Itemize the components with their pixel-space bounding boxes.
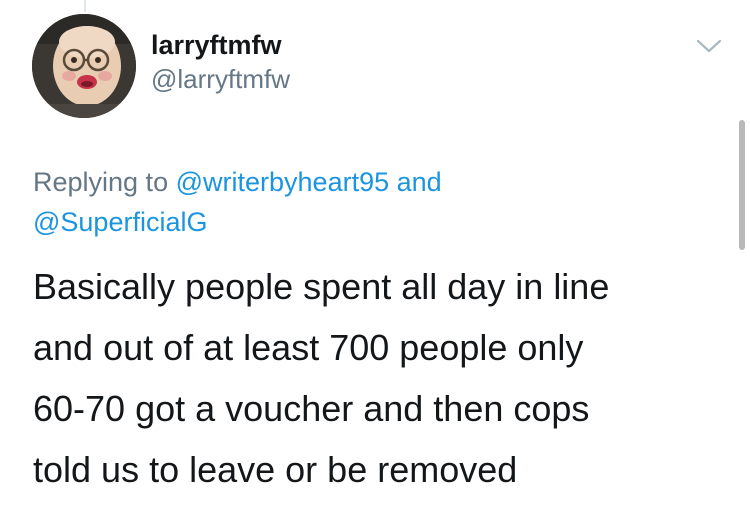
doll-face-avatar-icon <box>32 14 136 118</box>
scrollbar[interactable] <box>739 120 745 250</box>
tweet-text-line: 60-70 got a voucher and then cops <box>33 388 590 429</box>
tweet-text-line: Basically people spent all day in line <box>33 266 610 307</box>
chevron-down-icon[interactable] <box>696 36 722 56</box>
reply-conjunction: and <box>396 167 442 197</box>
tweet-text: Basically people spent all day in line a… <box>33 256 733 500</box>
tweet-text-line: told us to leave or be removed <box>33 449 518 490</box>
thread-connector-line <box>84 0 86 12</box>
author-handle[interactable]: @larryftmfw <box>151 62 290 96</box>
tweet-card: larryftmfw @larryftmfw Replying to @writ… <box>0 0 750 521</box>
tweet-text-line: and out of at least 700 people only <box>33 327 584 368</box>
replying-to-label: Replying to <box>33 167 169 197</box>
author-display-name[interactable]: larryftmfw <box>151 28 290 62</box>
avatar[interactable] <box>32 14 136 118</box>
author-block[interactable]: larryftmfw @larryftmfw <box>151 28 290 96</box>
replying-to-line: Replying to @writerbyheart95 and @Superf… <box>33 162 693 242</box>
mention-link-writerbyheart95[interactable]: @writerbyheart95 <box>176 167 390 197</box>
mention-link-superficialg[interactable]: @SuperficialG <box>33 207 207 237</box>
